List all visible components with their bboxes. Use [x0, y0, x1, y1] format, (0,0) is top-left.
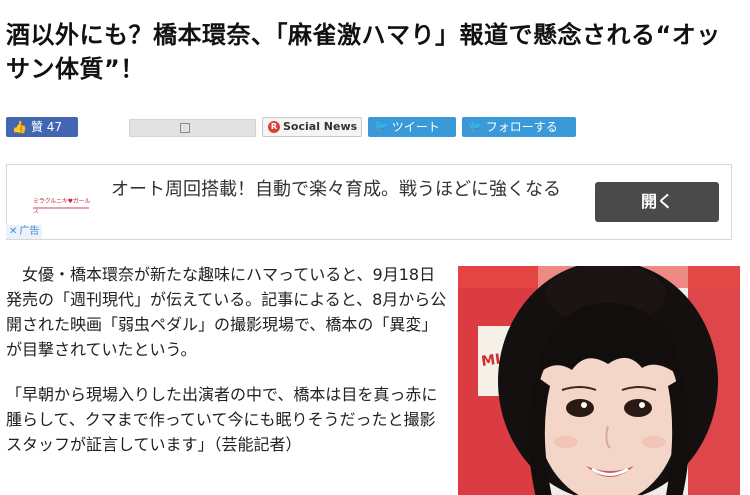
- article-paragraph: 女優・橋本環奈が新たな趣味にハマっていると、9月18日発売の「週刊現代」が伝えて…: [6, 265, 447, 359]
- ad-banner[interactable]: ミラクルニキ♥ガールズ オート周回搭載！自動で楽々育成。戦うほどに強くなる 開く: [6, 164, 732, 240]
- article-paragraph: 「早朝から現場入りした出演者の中で、橋本は目を真っ赤に腫らして、クマまで作ってい…: [6, 385, 438, 454]
- ad-choices-badge[interactable]: ✕ 广告: [6, 225, 43, 239]
- article-page: 酒以外にも？橋本環奈、「麻雀激ハマり」報道で懸念される“オッサン体質”！ 👍 贊…: [0, 0, 750, 495]
- tweet-button[interactable]: 🐦 ツイート: [368, 117, 456, 137]
- facebook-like-button[interactable]: 👍 贊 47: [6, 117, 78, 137]
- tweet-label: ツイート: [391, 120, 440, 134]
- article-body: 女優・橋本環奈が新たな趣味にハマっていると、9月18日発売の「週刊現代」が伝えて…: [6, 262, 450, 477]
- social-news-button[interactable]: R Social News: [262, 117, 362, 137]
- ad-badge-label: 广告: [19, 226, 40, 237]
- social-news-label: Social News: [283, 120, 358, 133]
- close-icon[interactable]: ✕: [9, 225, 17, 239]
- twitter-follow-button[interactable]: 🐦 フォローする: [462, 117, 576, 137]
- ad-logo: ミラクルニキ♥ガールズ: [33, 197, 93, 215]
- article-headline: 酒以外にも？橋本環奈、「麻雀激ハマり」報道で懸念される“オッサン体質”！: [6, 21, 721, 83]
- actress-photo-illustration: MILLERY: [458, 266, 740, 495]
- twitter-bird-icon: 🐦: [468, 120, 482, 133]
- ad-open-button[interactable]: 開く: [595, 182, 719, 222]
- ad-logo-underline: [33, 207, 89, 209]
- twitter-bird-icon: 🐦: [374, 120, 388, 133]
- like-label: 贊 47: [30, 120, 63, 134]
- article-photo: MILLERY: [458, 266, 740, 495]
- ad-text: オート周回搭載！自動で楽々育成。戦うほどに強くなる: [111, 179, 561, 200]
- social-news-icon: R: [268, 121, 280, 133]
- hatena-bookmark-button[interactable]: [129, 119, 256, 137]
- thumbs-up-icon: 👍: [12, 120, 27, 134]
- bookmark-icon: [180, 123, 190, 133]
- follow-label: フォローする: [485, 120, 558, 134]
- share-bar: 👍 贊 47 R Social News 🐦 ツイート 🐦 フォローする: [6, 117, 746, 137]
